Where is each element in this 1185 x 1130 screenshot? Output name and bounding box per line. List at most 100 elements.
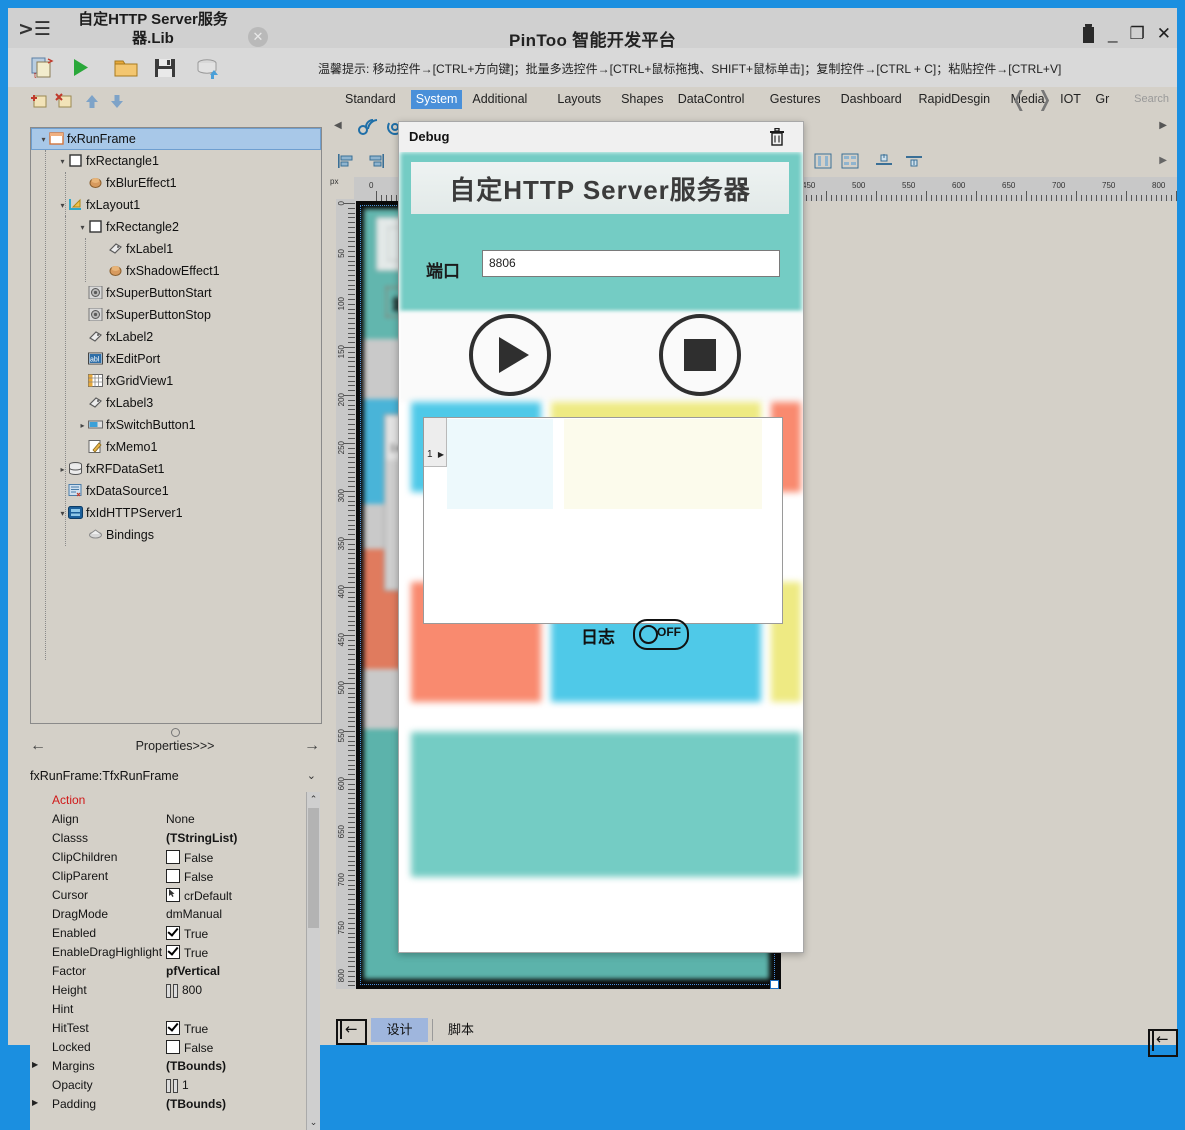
tree-node[interactable]: fxLabel2 (31, 326, 321, 348)
property-row[interactable]: Height 800 (30, 982, 320, 1001)
run-icon[interactable] (66, 54, 94, 81)
property-value[interactable]: 1 (166, 1078, 189, 1093)
theme-tshirt-icon[interactable] (1081, 24, 1096, 43)
tree-expand-icon[interactable]: ▸ (57, 459, 68, 481)
form-resize-handle[interactable] (770, 980, 779, 989)
properties-list[interactable]: Action Align None Classs (TStringList) ClipCh… (30, 792, 320, 1130)
tree-expand-icon[interactable]: ▸ (77, 415, 88, 437)
tree-node[interactable]: fxLabel3 (31, 392, 321, 414)
property-value[interactable]: pfVertical (166, 964, 220, 978)
property-expand-icon[interactable]: ▶ (32, 1098, 38, 1107)
property-value[interactable]: False (166, 869, 213, 884)
move-up-icon[interactable] (82, 91, 102, 111)
tree-node[interactable]: ▸ fxSwitchButton1 (31, 414, 321, 436)
palette-next-icon[interactable]: ❭ (1036, 87, 1054, 111)
new-file-icon[interactable]: t (28, 54, 56, 81)
numeric-spinner-icon[interactable] (166, 1079, 178, 1093)
checkbox-unchecked-icon[interactable] (166, 869, 180, 883)
checkbox-unchecked-icon[interactable] (166, 850, 180, 864)
palette-search-input[interactable]: Search (1134, 93, 1169, 105)
property-value[interactable]: (TStringList) (166, 831, 237, 845)
tree-node[interactable]: fxDataSource1 (31, 480, 321, 502)
collapse-left-button[interactable]: ← (336, 1019, 367, 1045)
tree-node[interactable]: ▾ fxRectangle2 (31, 216, 321, 238)
tree-node[interactable]: fxLabel1 (31, 238, 321, 260)
debug-window[interactable]: Debug 自定HTTP Server服务器 端口 8806 1 ▶ 日志 OF… (398, 121, 804, 953)
property-row[interactable]: EnableDragHighlight True (30, 944, 320, 963)
property-value[interactable]: False (166, 850, 213, 865)
property-row[interactable]: Classs (TStringList) (30, 830, 320, 849)
property-value[interactable]: (TBounds) (166, 1097, 226, 1111)
debug-form-preview[interactable]: 自定HTTP Server服务器 端口 8806 1 ▶ 日志 OFF (399, 152, 803, 952)
palette-tab-gestures[interactable]: Gestures (765, 90, 826, 109)
checkbox-checked-icon[interactable] (166, 1021, 180, 1035)
delete-node-icon[interactable] (55, 91, 75, 111)
palette-tab-rapiddesgin[interactable]: RapidDesgin (914, 90, 996, 109)
tree-node[interactable]: Bindings (31, 524, 321, 546)
maximize-button[interactable]: ❐ (1130, 24, 1145, 43)
checkbox-checked-icon[interactable] (166, 945, 180, 959)
property-object-selector[interactable]: fxRunFrame:TfxRunFrame ⌄ (30, 769, 320, 789)
palette-tab-dashboard[interactable]: Dashboard (836, 90, 907, 109)
tree-node[interactable]: ▾ fxLayout1 (31, 194, 321, 216)
tree-node[interactable]: abl fxEditPort (31, 348, 321, 370)
palette-tab-gr[interactable]: Gr (1090, 90, 1114, 109)
stop-button[interactable] (659, 314, 741, 396)
property-value[interactable]: dmManual (166, 907, 222, 921)
tab-design[interactable]: 设计 (371, 1018, 428, 1042)
palette-tab-layouts[interactable]: Layouts (552, 90, 606, 109)
tree-node[interactable]: fxSuperButtonStop (31, 304, 321, 326)
property-row[interactable]: Opacity 1 (30, 1077, 320, 1096)
properties-scrollbar[interactable]: ⌃ ⌄ (306, 792, 320, 1130)
property-value[interactable]: True (166, 945, 208, 960)
tree-node[interactable]: ▾ fxIdHTTPServer1 (31, 502, 321, 524)
start-button[interactable] (469, 314, 551, 396)
tree-node[interactable]: fxGridView1 (31, 370, 321, 392)
palette-tab-standard[interactable]: Standard (340, 90, 401, 109)
palette-tab-additional[interactable]: Additional (467, 90, 532, 109)
tree-node[interactable]: fxMemo1 (31, 436, 321, 458)
property-row[interactable]: Cursor crDefault (30, 887, 320, 906)
tab-script[interactable]: 脚本 (438, 1018, 484, 1042)
cursor-icon[interactable] (166, 888, 180, 902)
property-row[interactable]: Hint (30, 1001, 320, 1020)
chevron-down-icon[interactable]: ⌄ (307, 769, 316, 782)
palette-tab-iot[interactable]: IOT (1055, 90, 1086, 109)
tree-node-selected[interactable]: ▾ fxRunFrame (31, 128, 321, 150)
tree-collapse-icon[interactable]: ▾ (57, 503, 68, 525)
property-value[interactable]: 800 (166, 983, 202, 998)
property-row[interactable]: Align None (30, 811, 320, 830)
align-right-icon[interactable] (366, 151, 386, 171)
property-row[interactable]: Action (30, 792, 320, 811)
scroll-up-icon[interactable]: ⌃ (307, 792, 320, 807)
move-down-icon[interactable] (107, 91, 127, 111)
port-input[interactable]: 8806 (482, 250, 780, 277)
property-value[interactable]: None (166, 812, 195, 826)
checkbox-unchecked-icon[interactable] (166, 1040, 180, 1054)
property-row[interactable]: ClipParent False (30, 868, 320, 887)
database-upload-icon[interactable] (194, 54, 222, 81)
property-value[interactable]: True (166, 926, 208, 941)
tree-node[interactable]: fxShadowEffect1 (31, 260, 321, 282)
grid-row-header[interactable]: 1 ▶ (424, 444, 447, 467)
palette-tab-datacontrol[interactable]: DataControl (673, 90, 750, 109)
memo-area[interactable] (411, 732, 801, 877)
palette-prev-icon[interactable]: ❬ (1010, 87, 1028, 111)
property-expand-icon[interactable]: ▶ (32, 1060, 38, 1069)
trash-icon[interactable] (769, 127, 785, 146)
save-icon[interactable] (151, 54, 179, 81)
minimize-button[interactable]: _ (1108, 24, 1117, 43)
grid-view[interactable]: 1 ▶ (423, 417, 783, 624)
tree-node[interactable]: fxBlurEffect1 (31, 172, 321, 194)
tree-node[interactable]: ▾ fxRectangle1 (31, 150, 321, 172)
open-folder-icon[interactable] (112, 54, 140, 81)
properties-next-button[interactable]: → (304, 737, 320, 755)
tree-collapse-icon[interactable]: ▾ (57, 151, 68, 173)
palette-scroll-right-icon[interactable]: ▶ (1159, 120, 1167, 131)
collapse-right-button[interactable]: ← (1148, 1029, 1178, 1057)
palette-tab-shapes[interactable]: Shapes (616, 90, 668, 109)
bluetooth-component-icon[interactable] (356, 116, 378, 143)
distribute-vertical-icon[interactable] (840, 151, 860, 171)
log-switch[interactable]: OFF (633, 619, 689, 650)
palette-tab-system[interactable]: System (410, 90, 463, 109)
